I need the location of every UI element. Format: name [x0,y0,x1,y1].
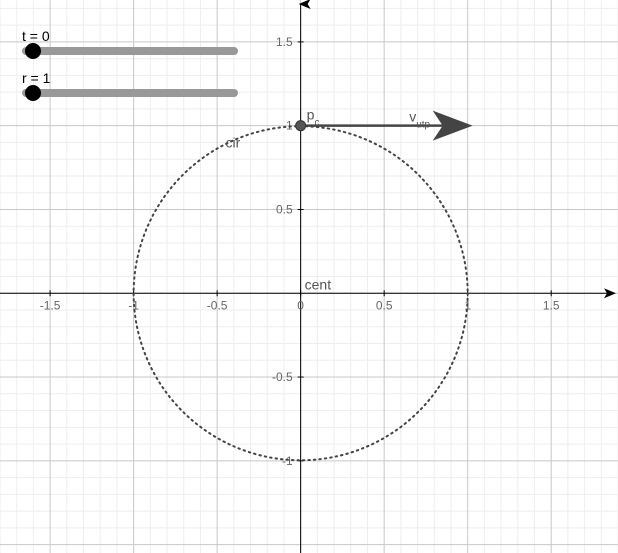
svg-text:0.5: 0.5 [376,298,393,312]
slider-r[interactable]: r = 1 [22,70,238,107]
svg-text:-1.5: -1.5 [40,298,61,312]
svg-text:-1: -1 [282,454,293,468]
slider-t-label: t = 0 [22,28,238,44]
slider-t-track[interactable] [22,47,238,55]
svg-text:0: 0 [297,298,304,312]
svg-text:-0.5: -0.5 [272,370,293,384]
slider-r-label: r = 1 [22,70,238,86]
vector-label: vutp [409,109,430,131]
circle-label: cir [225,134,240,150]
y-tick-labels: -1-0.50.511.5 [272,35,304,468]
slider-r-track[interactable] [22,89,238,97]
slider-r-handle[interactable] [25,85,41,101]
svg-text:-0.5: -0.5 [207,298,228,312]
point-pc[interactable] [296,121,306,131]
slider-t[interactable]: t = 0 [22,28,238,65]
center-label: cent [305,276,332,292]
svg-text:1.5: 1.5 [543,298,560,312]
svg-text:0.5: 0.5 [276,202,293,216]
slider-t-handle[interactable] [25,43,41,59]
svg-text:1.5: 1.5 [276,35,293,49]
